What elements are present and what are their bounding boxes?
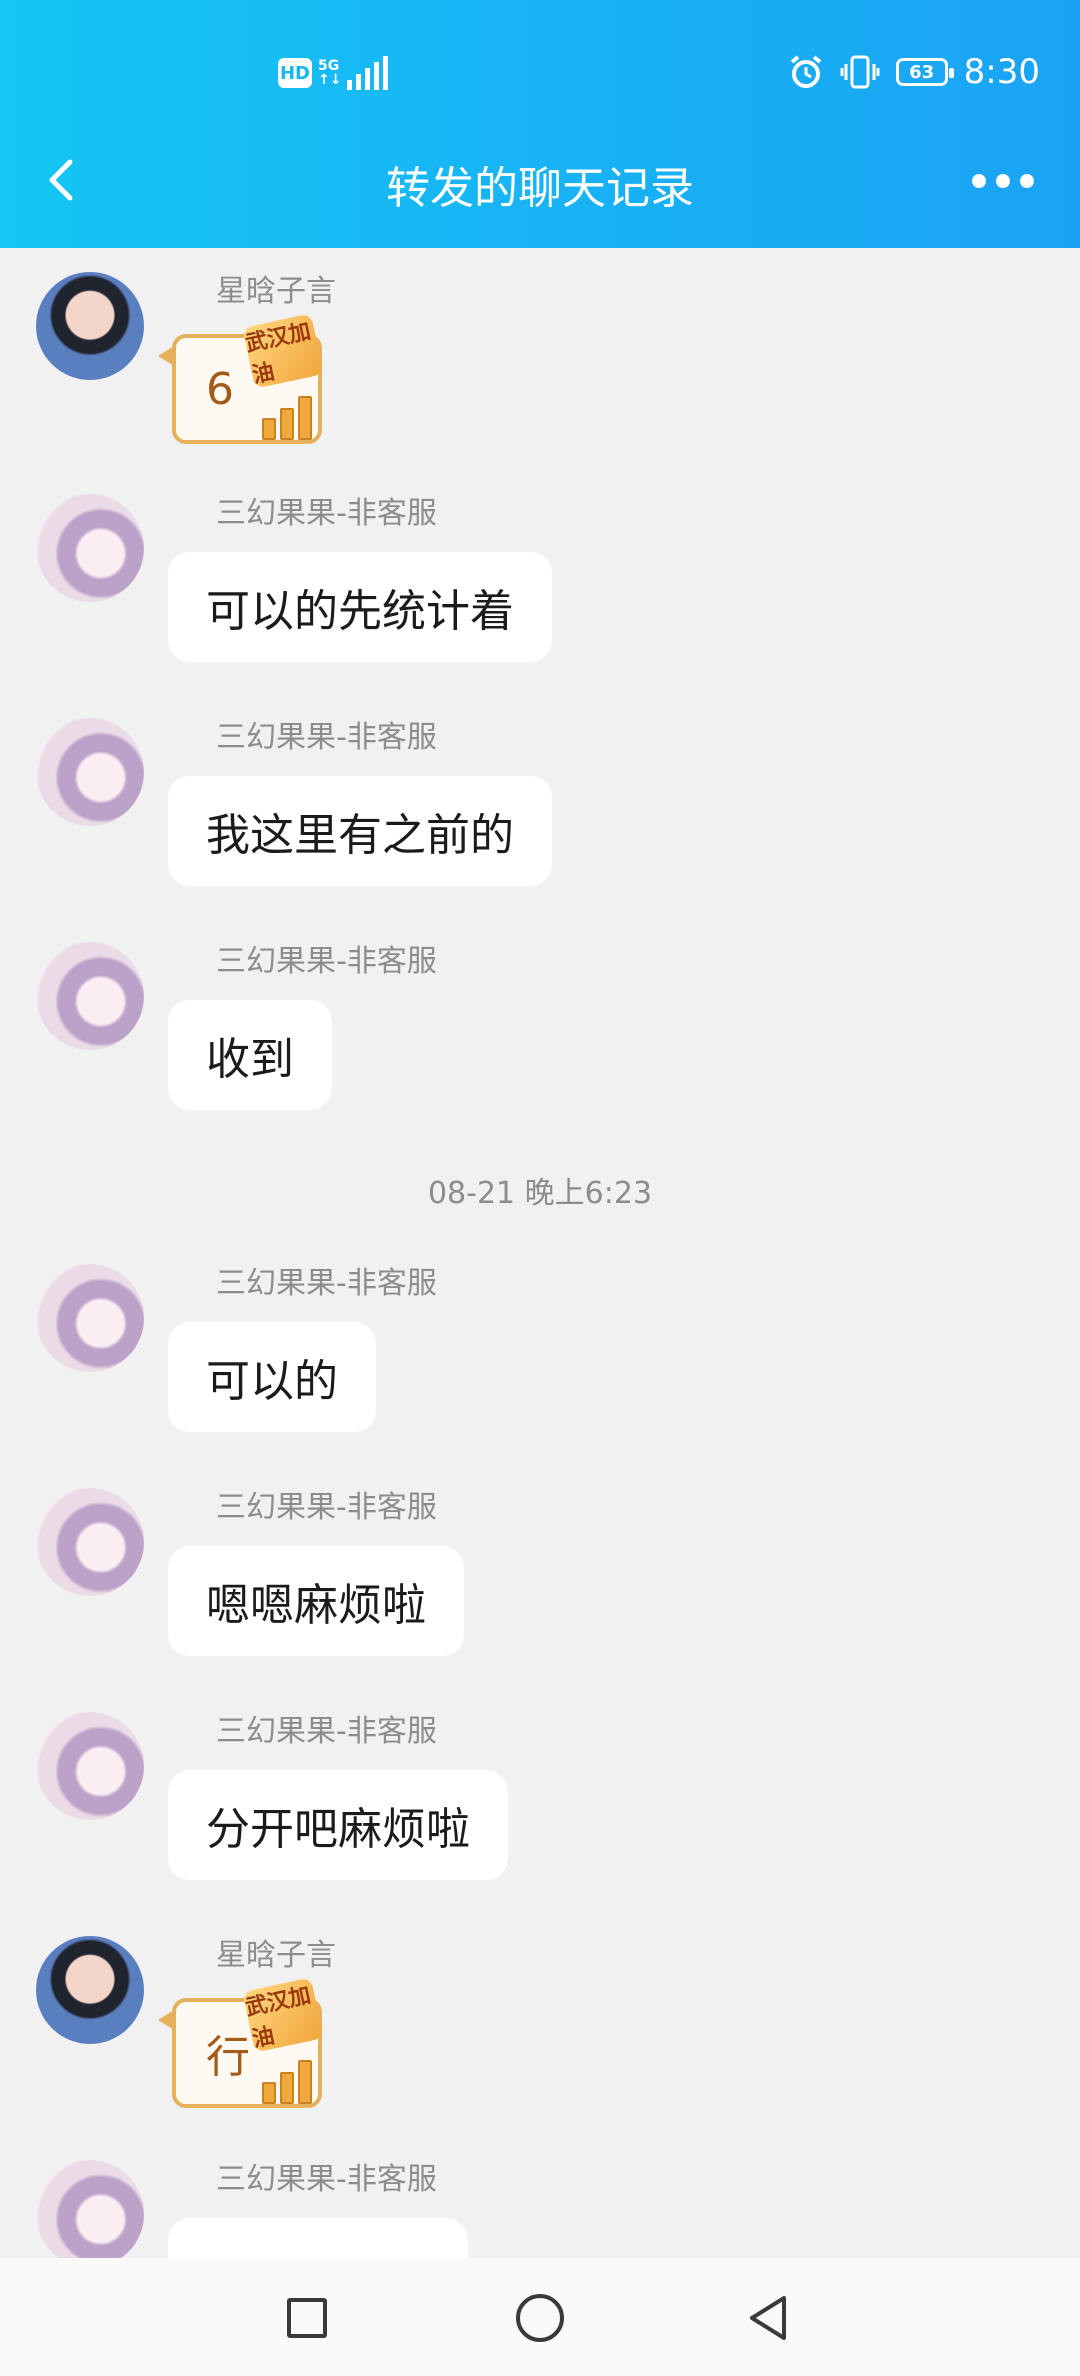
bar-chart-icon [262, 2060, 312, 2104]
status-right: 63 8:30 [788, 52, 1040, 92]
signal-icon [347, 56, 389, 90]
sender-name: 星晗子言 [216, 274, 336, 309]
timestamp: 08-21 晚上6:23 [427, 1176, 653, 1211]
chat-history[interactable]: 星晗子言 6 武汉加油 三幻果果-非客服 可以的先统计着 三幻果果-非客服 我这… [0, 248, 1080, 2258]
avatar[interactable] [36, 272, 144, 380]
status-time: 8:30 [963, 52, 1040, 92]
sticker-text: 行 [206, 2032, 250, 2083]
system-navigation-bar [0, 2258, 1080, 2376]
sticker-text: 6 [206, 363, 234, 415]
hd-icon: HD [278, 58, 312, 88]
avatar[interactable] [36, 942, 144, 1050]
alarm-icon [790, 55, 821, 88]
battery-icon: 63 [895, 58, 954, 86]
top-header: HD 5G ↑↓ 63 8:30 转发的聊天记录 [0, 0, 1080, 248]
sticker-badge: 武汉加油 [242, 1977, 324, 2053]
avatar[interactable] [36, 1712, 144, 1820]
home-button[interactable] [516, 2294, 564, 2342]
5g-icon: 5G ↑↓ [318, 58, 342, 88]
dot-icon [972, 174, 986, 188]
avatar[interactable] [36, 718, 144, 826]
avatar[interactable] [36, 1264, 144, 1372]
avatar[interactable] [36, 1488, 144, 1596]
dot-icon [996, 174, 1010, 188]
sender-name: 三幻果果-非客服 [216, 496, 437, 531]
sticker-badge: 武汉加油 [242, 313, 324, 389]
vibrate-icon [840, 55, 880, 89]
dot-icon [1020, 174, 1034, 188]
more-options-button[interactable] [972, 174, 1034, 188]
network-indicator: HD 5G ↑↓ [278, 56, 389, 90]
avatar[interactable] [36, 2160, 144, 2258]
message-bubble[interactable]: 收到 [168, 1000, 332, 1110]
sender-name: 三幻果果-非客服 [216, 1490, 437, 1525]
status-bar: HD 5G ↑↓ 63 8:30 [0, 0, 1080, 150]
sender-name: 三幻果果-非客服 [216, 944, 437, 979]
avatar[interactable] [36, 1936, 144, 2044]
message-bubble[interactable]: 我这里有之前的 [168, 776, 552, 886]
message-bubble[interactable] [168, 2218, 468, 2258]
message-bubble[interactable]: 分开吧麻烦啦 [168, 1770, 508, 1880]
recent-apps-button[interactable] [287, 2298, 327, 2338]
bar-chart-icon [262, 396, 312, 440]
sender-name: 星晗子言 [216, 1938, 336, 1973]
navigation-bar: 转发的聊天记录 [0, 140, 1080, 220]
avatar[interactable] [36, 494, 144, 602]
sender-name: 三幻果果-非客服 [216, 2162, 437, 2197]
page-title: 转发的聊天记录 [386, 163, 694, 214]
back-triangle-icon[interactable] [746, 2294, 790, 2342]
message-bubble[interactable]: 可以的先统计着 [168, 552, 552, 662]
sender-name: 三幻果果-非客服 [216, 720, 437, 755]
sender-name: 三幻果果-非客服 [216, 1266, 437, 1301]
message-bubble[interactable]: 嗯嗯麻烦啦 [168, 1546, 464, 1656]
message-bubble[interactable]: 可以的 [168, 1322, 376, 1432]
sender-name: 三幻果果-非客服 [216, 1714, 437, 1749]
